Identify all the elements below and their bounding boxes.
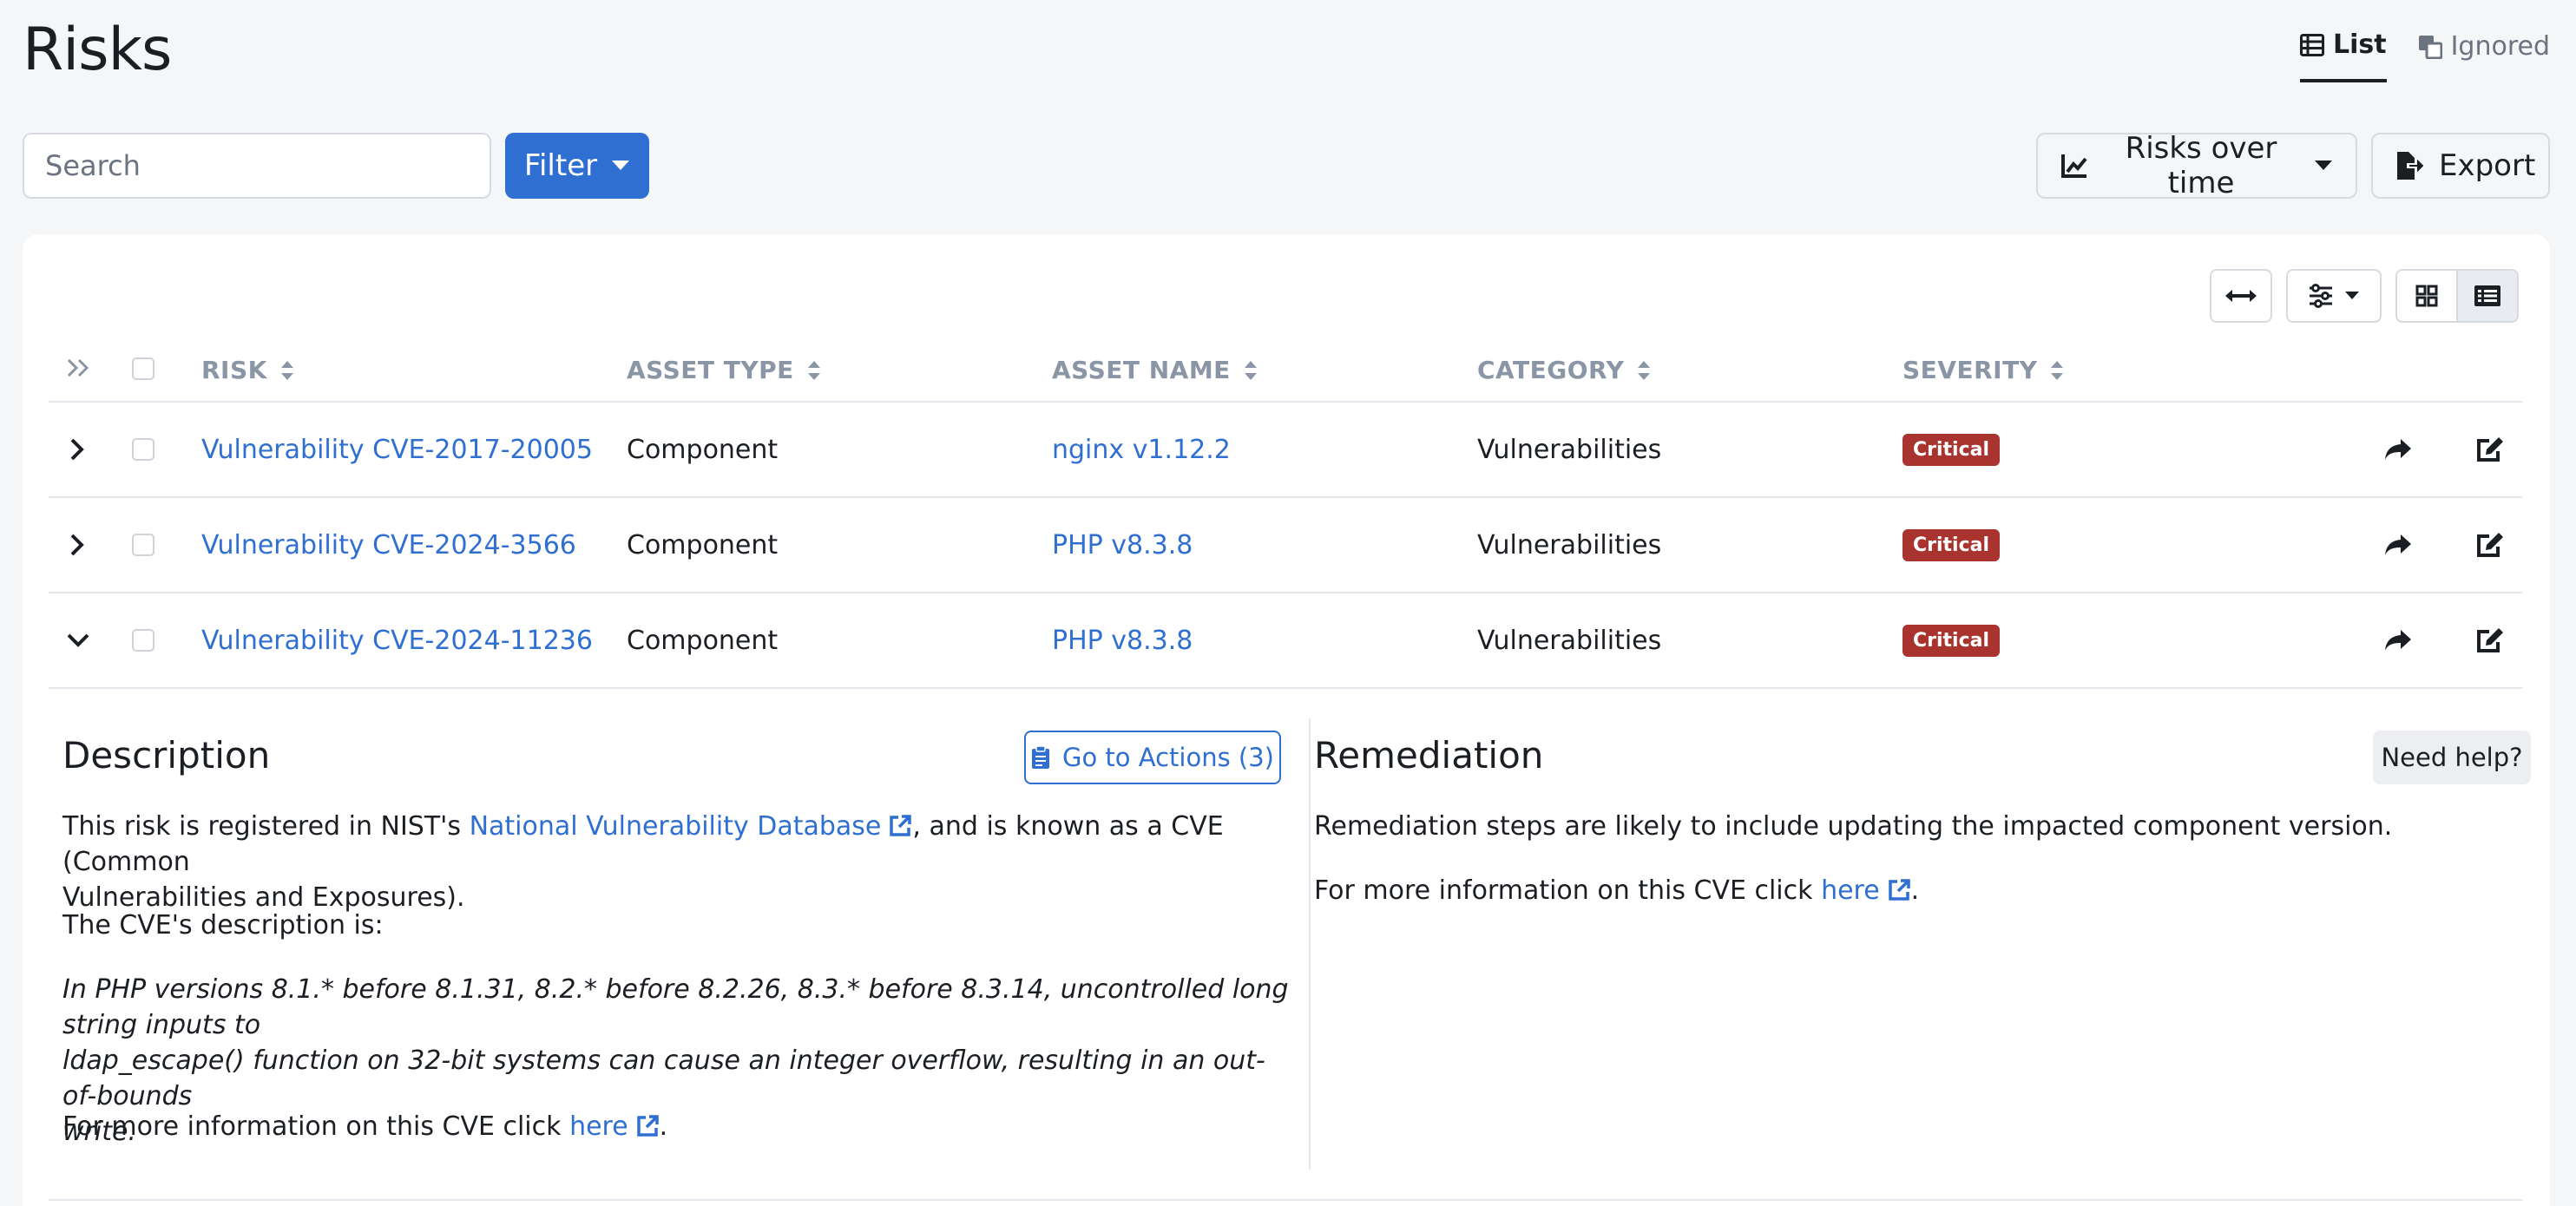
tab-list-label: List	[2332, 29, 2387, 60]
risk-link[interactable]: Vulnerability CVE-2024-11236	[201, 593, 593, 687]
caret-down-icon	[2344, 291, 2360, 301]
caret-down-icon	[2314, 160, 2333, 172]
cve-intro: The CVE's description is:	[62, 910, 384, 941]
sort-icon	[2051, 360, 2064, 380]
expand-all-icon[interactable]	[66, 357, 92, 378]
share-icon[interactable]	[2383, 593, 2413, 687]
asset-type-cell: Component	[627, 529, 779, 560]
remediation-more-info: For more information on this CVE click h…	[1314, 875, 1920, 906]
filter-button[interactable]: Filter	[505, 133, 649, 199]
select-all-checkbox[interactable]	[132, 357, 154, 380]
remediation-title: Remediation	[1314, 734, 1544, 777]
sort-icon	[1244, 360, 1257, 380]
column-header-asset-type[interactable]: ASSET TYPE	[627, 356, 822, 384]
remediation-more-info-link[interactable]: here	[1821, 875, 1880, 906]
edit-icon[interactable]	[2475, 403, 2505, 496]
tab-list[interactable]: List	[2299, 29, 2387, 82]
clipboard-icon	[1031, 745, 1050, 770]
table-row: Vulnerability CVE-2024-3566 Component PH…	[49, 498, 2522, 593]
filter-label: Filter	[523, 148, 598, 183]
table-header: RISK ASSET TYPE ASSET NAME CATEGORY SEVE…	[49, 335, 2522, 403]
chevron-down-icon[interactable]	[66, 593, 90, 687]
list-icon	[2474, 285, 2501, 307]
column-header-risk[interactable]: RISK	[201, 356, 295, 384]
export-label: Export	[2439, 148, 2536, 183]
grid-view-button[interactable]	[2395, 269, 2458, 323]
risks-over-time-label: Risks over time	[2125, 131, 2277, 200]
column-header-severity[interactable]: SEVERITY	[1902, 356, 2065, 384]
severity-badge: Critical	[1902, 528, 2001, 561]
risk-link[interactable]: Vulnerability CVE-2017-20005	[201, 403, 593, 496]
row-checkbox[interactable]	[132, 403, 154, 496]
need-help-button[interactable]: Need help?	[2373, 731, 2531, 784]
arrows-horizontal-icon	[2224, 287, 2258, 305]
asset-name-link[interactable]: nginx v1.12.2	[1052, 403, 1231, 496]
search-input[interactable]	[23, 133, 491, 199]
share-icon[interactable]	[2383, 498, 2413, 592]
risks-table: RISK ASSET TYPE ASSET NAME CATEGORY SEVE…	[49, 335, 2531, 1201]
go-to-actions-button[interactable]: Go to Actions (3)	[1024, 731, 1281, 784]
go-to-actions-label: Go to Actions (3)	[1062, 743, 1274, 772]
asset-type-cell: Component	[627, 434, 779, 465]
chevron-right-icon[interactable]	[69, 403, 85, 496]
sort-icon	[280, 360, 293, 380]
severity-badge: Critical	[1902, 433, 2001, 466]
list-icon	[2299, 33, 2324, 56]
cve-more-info-link[interactable]: here	[569, 1111, 628, 1142]
grid-icon	[2415, 285, 2438, 307]
chart-line-icon	[2060, 153, 2088, 179]
table-row: Vulnerability CVE-2024-11236 Component P…	[49, 593, 2522, 689]
asset-name-link[interactable]: PHP v8.3.8	[1052, 593, 1193, 687]
category-cell: Vulnerabilities	[1477, 625, 1662, 656]
edit-icon[interactable]	[2475, 593, 2505, 687]
file-export-icon	[2395, 150, 2423, 181]
column-header-asset-name[interactable]: ASSET NAME	[1052, 356, 1258, 384]
sort-icon	[1638, 360, 1651, 380]
risks-card: RISK ASSET TYPE ASSET NAME CATEGORY SEVE…	[23, 234, 2550, 1206]
export-button[interactable]: Export	[2371, 133, 2550, 199]
table-row: Vulnerability CVE-2017-20005 Component n…	[49, 403, 2522, 498]
expand-width-button[interactable]	[2210, 269, 2272, 323]
risk-detail-panel: Description Go to Actions (3) This risk …	[49, 689, 2531, 1201]
sort-icon	[807, 360, 820, 380]
chevron-right-icon[interactable]	[69, 498, 85, 592]
category-cell: Vulnerabilities	[1477, 529, 1662, 560]
description-intro: This risk is registered in NIST's Nation…	[62, 811, 1224, 913]
tab-ignored-label: Ignored	[2450, 31, 2550, 62]
more-info-text: For more information on this CVE click h…	[62, 1111, 668, 1142]
sliders-icon	[2308, 284, 2334, 308]
share-icon[interactable]	[2383, 403, 2413, 496]
external-link-icon[interactable]	[635, 1114, 660, 1138]
nvd-link[interactable]: National Vulnerability Database	[470, 811, 882, 842]
column-settings-button[interactable]	[2286, 269, 2382, 323]
page-title: Risks	[23, 16, 172, 84]
ignored-icon	[2418, 35, 2442, 59]
risks-over-time-button[interactable]: Risks over time	[2036, 131, 2357, 200]
remediation-text: Remediation steps are likely to include …	[1314, 811, 2393, 842]
panel-divider	[1309, 718, 1311, 1170]
row-checkbox[interactable]	[132, 498, 154, 592]
row-checkbox[interactable]	[132, 593, 154, 687]
asset-name-link[interactable]: PHP v8.3.8	[1052, 498, 1193, 592]
category-cell: Vulnerabilities	[1477, 434, 1662, 465]
view-tabs: List Ignored	[2299, 29, 2550, 82]
list-view-button[interactable]	[2456, 269, 2519, 323]
tab-ignored[interactable]: Ignored	[2418, 29, 2550, 82]
caret-down-icon	[611, 160, 630, 172]
external-link-icon[interactable]	[1887, 878, 1911, 902]
description-title: Description	[62, 734, 271, 777]
asset-type-cell: Component	[627, 625, 779, 656]
column-header-category[interactable]: CATEGORY	[1477, 356, 1652, 384]
external-link-icon[interactable]	[888, 814, 912, 838]
edit-icon[interactable]	[2475, 498, 2505, 592]
severity-badge: Critical	[1902, 624, 2001, 657]
risk-link[interactable]: Vulnerability CVE-2024-3566	[201, 498, 576, 592]
